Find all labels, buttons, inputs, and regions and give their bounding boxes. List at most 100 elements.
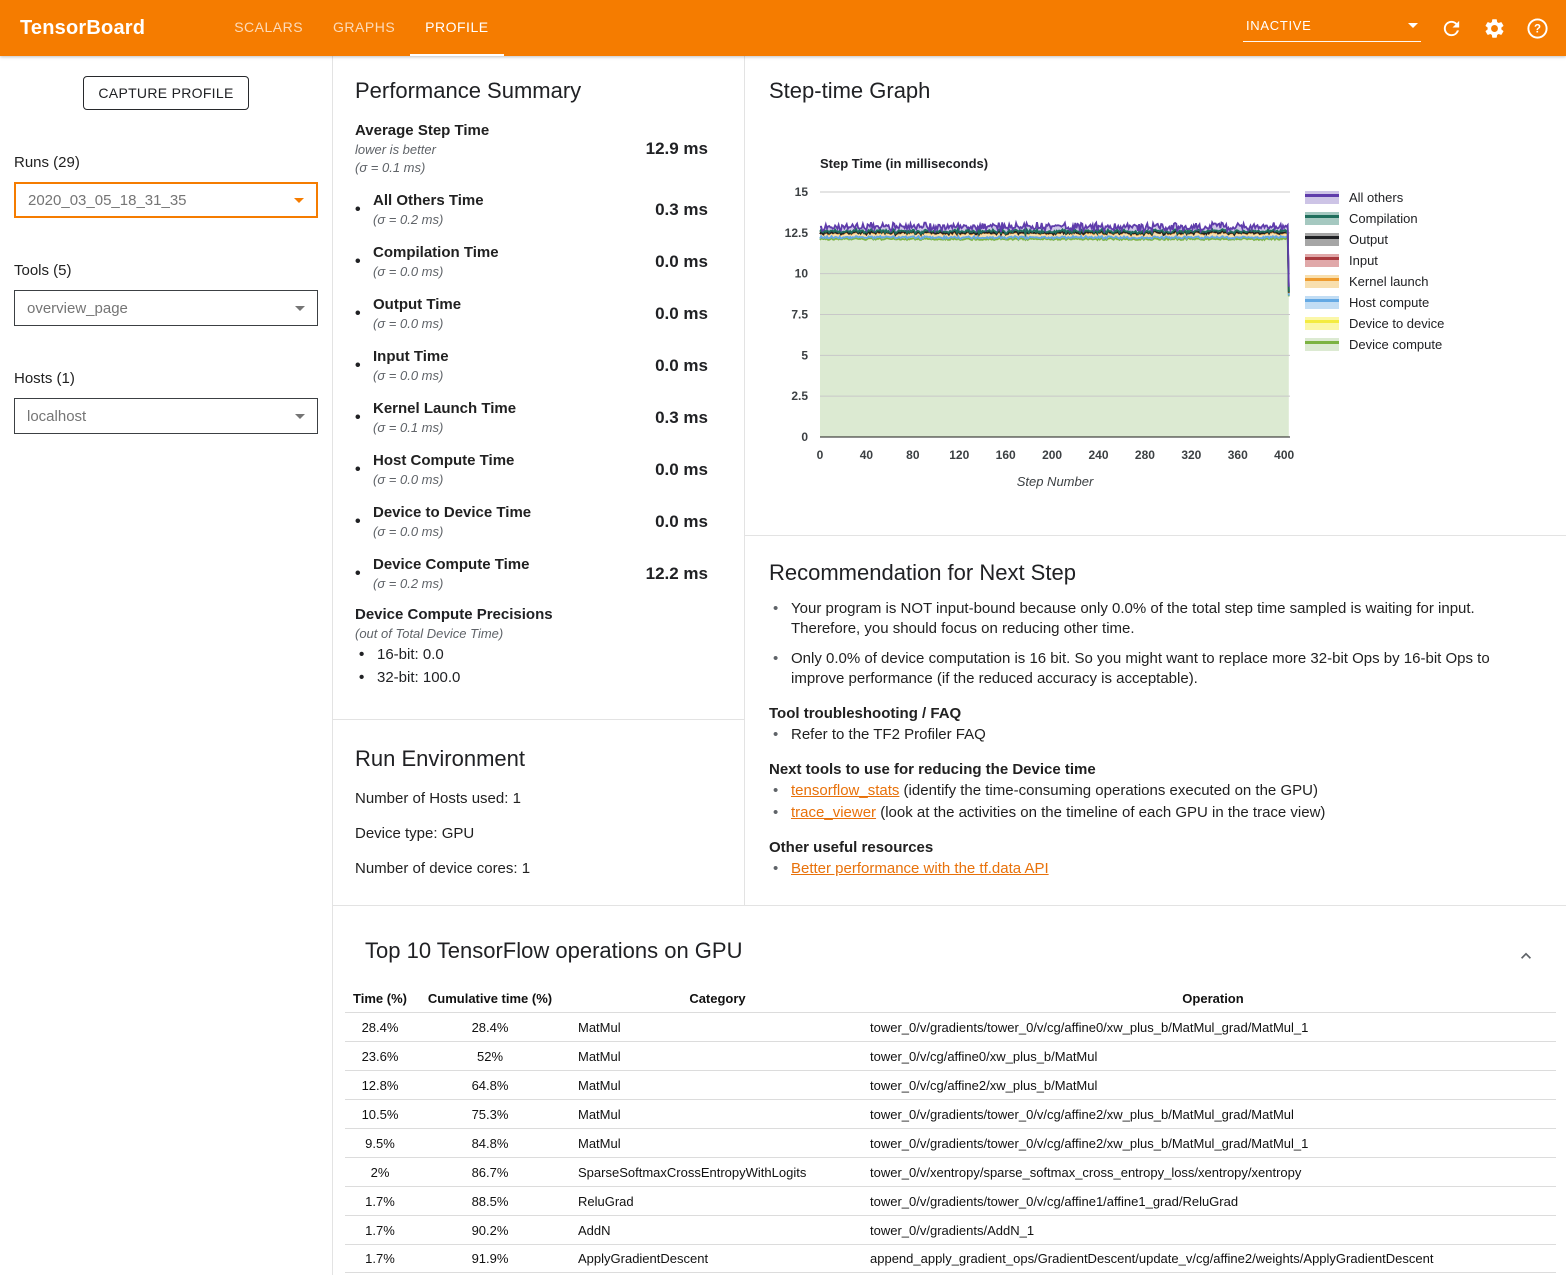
hosts-label: Hosts (1) bbox=[14, 370, 332, 387]
svg-text:280: 280 bbox=[1135, 448, 1155, 462]
refresh-button[interactable] bbox=[1438, 15, 1464, 41]
cell-category: SparseSoftmaxCrossEntropyWithLogits bbox=[565, 1165, 870, 1180]
help-button[interactable]: ? bbox=[1524, 15, 1550, 41]
chevron-up-icon bbox=[1516, 946, 1536, 966]
svg-text:0: 0 bbox=[801, 430, 808, 444]
tfdata-api-link[interactable]: Better performance with the tf.data API bbox=[791, 860, 1049, 877]
cell-operation: tower_0/v/gradients/tower_0/v/cg/affine2… bbox=[870, 1107, 1556, 1122]
tools-select[interactable]: overview_page bbox=[14, 290, 318, 326]
metric-sigma: (σ = 0.2 ms) bbox=[373, 576, 529, 591]
chevron-down-icon bbox=[1408, 23, 1418, 28]
env-device-cores: Number of device cores: 1 bbox=[355, 860, 722, 877]
chart-legend: All others Compilation Output bbox=[1305, 191, 1444, 351]
svg-text:40: 40 bbox=[860, 448, 874, 462]
table-row: 9.5% 84.8% MatMul tower_0/v/gradients/to… bbox=[345, 1128, 1556, 1157]
trace-viewer-link[interactable]: trace_viewer bbox=[791, 804, 876, 821]
legend-label: Compilation bbox=[1349, 211, 1418, 226]
status-dropdown[interactable]: INACTIVE bbox=[1243, 14, 1421, 42]
settings-button[interactable] bbox=[1481, 15, 1507, 41]
metric-text: Device to Device Time (σ = 0.0 ms) bbox=[373, 504, 531, 539]
cell-category: ApplyGradientDescent bbox=[565, 1251, 870, 1266]
metric-label: Host Compute Time bbox=[373, 452, 514, 469]
refresh-icon bbox=[1440, 17, 1463, 40]
recommendation-body: Your program is NOT input-bound because … bbox=[769, 599, 1536, 879]
capture-profile-button[interactable]: CAPTURE PROFILE bbox=[83, 76, 249, 110]
status-dropdown-value: INACTIVE bbox=[1246, 18, 1312, 33]
metric-value: 12.2 ms bbox=[646, 564, 726, 584]
tab-scalars[interactable]: SCALARS bbox=[219, 0, 318, 56]
tensorflow-stats-link[interactable]: tensorflow_stats bbox=[791, 782, 899, 799]
cell-cumulative: 90.2% bbox=[415, 1223, 565, 1238]
cell-time: 28.4% bbox=[345, 1020, 415, 1035]
metric-value: 0.3 ms bbox=[655, 408, 726, 428]
cell-cumulative: 52% bbox=[415, 1049, 565, 1064]
gear-icon bbox=[1483, 17, 1506, 40]
metric-sigma: (σ = 0.1 ms) bbox=[355, 160, 489, 175]
legend-item-output: Output bbox=[1305, 233, 1444, 246]
legend-swatch bbox=[1305, 254, 1339, 267]
tool-bullet: trace_viewer (look at the activities on … bbox=[769, 803, 1536, 823]
recommendation-bullet: Your program is NOT input-bound because … bbox=[769, 599, 1536, 639]
bullet-text: Your program is NOT input-bound because … bbox=[791, 599, 1536, 639]
metric-value: 12.9 ms bbox=[646, 139, 726, 159]
overview-top-row: Performance Summary Average Step Time lo… bbox=[333, 56, 1566, 905]
bullet bbox=[769, 859, 791, 879]
chart-y-axis-title: Step Time (in milliseconds) bbox=[820, 156, 988, 171]
metric-label: Device to Device Time bbox=[373, 504, 531, 521]
top-ops-title: Top 10 TensorFlow operations on GPU bbox=[365, 938, 1556, 964]
metric-label: Device Compute Time bbox=[373, 556, 529, 573]
step-time-chart-area: Step Time (in milliseconds) 02.557.51012… bbox=[760, 156, 1566, 526]
metric-value: 0.0 ms bbox=[655, 304, 726, 324]
col-header-category: Category bbox=[565, 991, 870, 1006]
metric-label: Average Step Time bbox=[355, 122, 489, 139]
sidebar: CAPTURE PROFILE Runs (29) 2020_03_05_18_… bbox=[0, 56, 333, 1275]
metric-text: Host Compute Time (σ = 0.0 ms) bbox=[373, 452, 514, 487]
cell-cumulative: 64.8% bbox=[415, 1078, 565, 1093]
col-header-time: Time (%) bbox=[345, 991, 415, 1006]
main-content: Performance Summary Average Step Time lo… bbox=[333, 56, 1566, 1275]
metric-text: Device Compute Time (σ = 0.2 ms) bbox=[373, 556, 529, 591]
svg-text:5: 5 bbox=[801, 348, 808, 362]
svg-text:80: 80 bbox=[906, 448, 920, 462]
table-row: 28.4% 28.4% MatMul tower_0/v/gradients/t… bbox=[345, 1012, 1556, 1041]
chevron-down-icon bbox=[294, 198, 304, 203]
step-time-graph-card: Step-time Graph Step Time (in millisecon… bbox=[745, 56, 1566, 536]
svg-text:10: 10 bbox=[795, 267, 809, 281]
metric-sigma: (σ = 0.0 ms) bbox=[373, 472, 514, 487]
hosts-select[interactable]: localhost bbox=[14, 398, 318, 434]
metric-label: Output Time bbox=[373, 296, 461, 313]
bullet-text: Better performance with the tf.data API bbox=[791, 859, 1049, 879]
cell-operation: tower_0/v/gradients/tower_0/v/cg/affine1… bbox=[870, 1194, 1556, 1209]
tab-profile[interactable]: PROFILE bbox=[410, 0, 503, 56]
cell-time: 1.7% bbox=[345, 1223, 415, 1238]
precision-32bit: 32-bit: 100.0 bbox=[355, 668, 726, 687]
right-column: Step-time Graph Step Time (in millisecon… bbox=[745, 56, 1566, 905]
metric-text: Input Time (σ = 0.0 ms) bbox=[373, 348, 449, 383]
cell-time: 1.7% bbox=[345, 1194, 415, 1209]
tab-graphs[interactable]: GRAPHS bbox=[318, 0, 410, 56]
metric-text: Compilation Time (σ = 0.0 ms) bbox=[373, 244, 499, 279]
svg-text:15: 15 bbox=[795, 185, 809, 199]
bullet bbox=[769, 599, 791, 639]
legend-label: Host compute bbox=[1349, 295, 1429, 310]
cell-operation: tower_0/v/gradients/tower_0/v/cg/affine2… bbox=[870, 1136, 1556, 1151]
run-environment-title: Run Environment bbox=[355, 746, 722, 772]
bullet bbox=[769, 649, 791, 689]
metric-sigma: (σ = 0.1 ms) bbox=[373, 420, 516, 435]
cell-category: MatMul bbox=[565, 1049, 870, 1064]
metric-text: Average Step Time lower is better (σ = 0… bbox=[355, 122, 489, 175]
metric-all-others-time: All Others Time (σ = 0.2 ms) 0.3 ms bbox=[355, 192, 726, 227]
cell-time: 2% bbox=[345, 1165, 415, 1180]
legend-label: All others bbox=[1349, 190, 1403, 205]
table-row: 1.7% 88.5% ReluGrad tower_0/v/gradients/… bbox=[345, 1186, 1556, 1215]
tools-select-value: overview_page bbox=[27, 300, 295, 317]
metric-label: Compilation Time bbox=[373, 244, 499, 261]
cell-time: 1.7% bbox=[345, 1251, 415, 1266]
collapse-button[interactable] bbox=[1516, 946, 1536, 966]
bullet bbox=[355, 409, 373, 427]
svg-text:2.5: 2.5 bbox=[791, 389, 808, 403]
cell-operation: tower_0/v/cg/affine0/xw_plus_b/MatMul bbox=[870, 1049, 1556, 1064]
svg-text:12.5: 12.5 bbox=[785, 226, 809, 240]
runs-select[interactable]: 2020_03_05_18_31_35 bbox=[14, 182, 318, 218]
legend-swatch bbox=[1305, 191, 1339, 204]
